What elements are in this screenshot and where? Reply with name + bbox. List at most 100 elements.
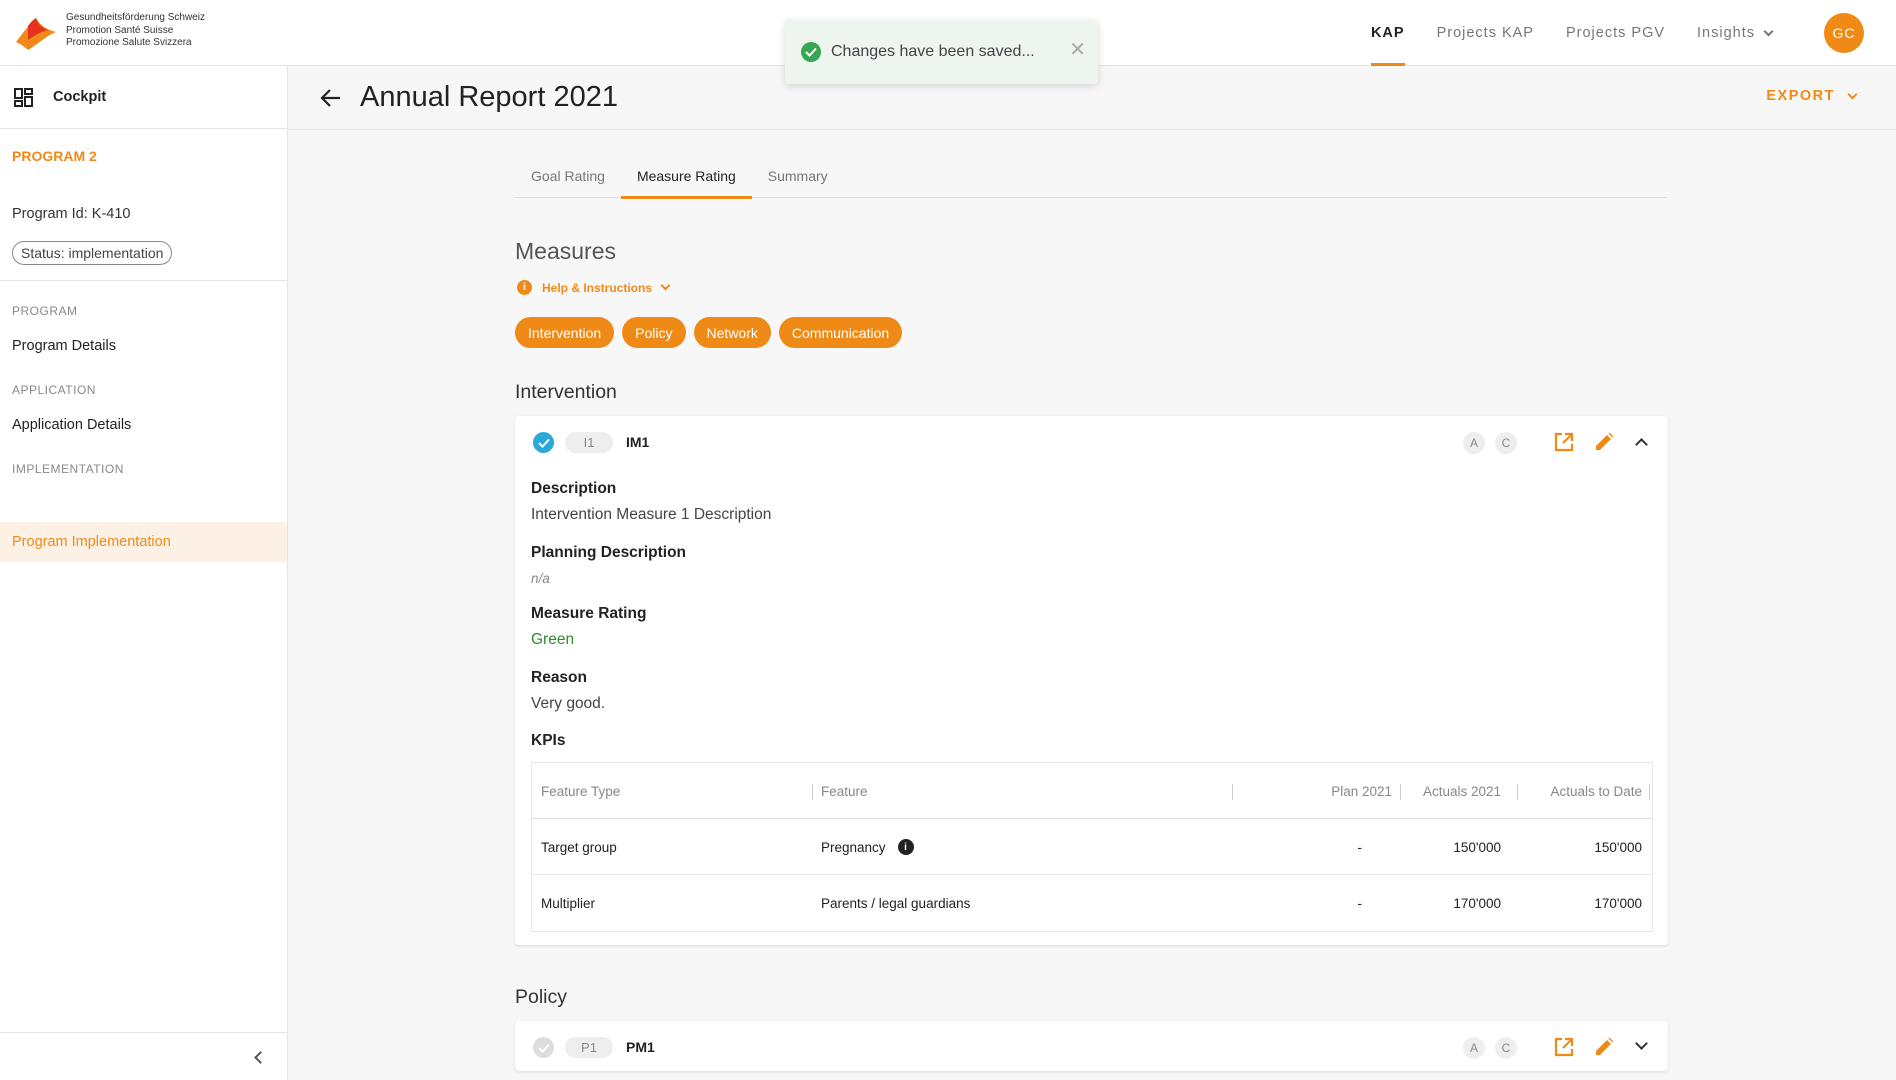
info-icon: i	[517, 280, 532, 295]
table-cell: -	[1357, 839, 1363, 855]
back-arrow-icon[interactable]	[320, 88, 342, 108]
open-external-icon[interactable]	[1553, 1036, 1575, 1058]
badge-a: A	[1463, 1037, 1485, 1059]
measure-rating-value: Green	[531, 631, 575, 648]
help-instructions-toggle[interactable]: i Help & Instructions	[517, 280, 671, 295]
chevron-down-icon	[1763, 26, 1774, 36]
tab-summary[interactable]: Summary	[752, 154, 844, 198]
badge-c: C	[1495, 1037, 1517, 1059]
sidebar-item-application-details[interactable]: Application Details	[12, 417, 131, 433]
measure-code: IM1	[626, 434, 650, 450]
table-cell: Pregnancy i	[821, 819, 914, 875]
measure-pill: I1	[565, 432, 613, 453]
check-circle-icon	[533, 1037, 554, 1058]
logo-icon	[16, 18, 56, 50]
table-cell: 170'000	[1453, 895, 1501, 911]
chevron-up-icon[interactable]	[1635, 438, 1648, 451]
card-header[interactable]: P1 PM1 A C	[515, 1021, 1668, 1071]
chip-intervention[interactable]: Intervention	[515, 317, 615, 348]
kpis-label: KPIs	[531, 732, 566, 749]
edit-pencil-icon[interactable]	[1593, 431, 1615, 453]
collapse-sidebar-icon[interactable]	[254, 1051, 267, 1064]
nav-kap[interactable]: KAP	[1355, 0, 1421, 66]
nav-label: Insights	[1697, 25, 1755, 41]
sidebar-item-label: Cockpit	[53, 89, 107, 105]
column-header[interactable]: Actuals 2021	[1423, 763, 1501, 819]
export-label: EXPORT	[1766, 88, 1835, 104]
chip-communication[interactable]: Communication	[778, 317, 903, 348]
chevron-down-icon	[1847, 89, 1858, 99]
group-title-policy: Policy	[515, 986, 568, 1008]
nav-label: KAP	[1370, 25, 1405, 41]
card-header[interactable]: I1 IM1 A C	[515, 416, 1668, 466]
export-button[interactable]: EXPORT	[1766, 88, 1858, 104]
reason-value: Very good.	[531, 695, 606, 712]
check-circle-icon	[533, 432, 554, 453]
kpi-table: Feature Type Feature Plan 2021 Actuals 2…	[531, 762, 1653, 932]
sidebar-item-program-details[interactable]: Program Details	[12, 338, 116, 354]
nav-projects-kap[interactable]: Projects KAP	[1421, 0, 1550, 66]
column-header[interactable]: Feature	[821, 763, 868, 819]
help-label: Help & Instructions	[542, 280, 653, 295]
logo-line: Promozione Salute Svizzera	[66, 37, 192, 48]
planning-description-value: n/a	[531, 571, 550, 586]
column-divider	[812, 784, 813, 800]
divider	[0, 280, 288, 281]
filter-chips: Intervention Policy Network Communicatio…	[515, 317, 903, 348]
nav-projects-pgv[interactable]: Projects PGV	[1550, 0, 1681, 66]
table-cell: Parents / legal guardians	[821, 895, 971, 911]
toast-notification: Changes have been saved... ✕	[785, 20, 1098, 84]
table-cell: Multiplier	[541, 895, 596, 911]
table-cell: Target group	[541, 839, 617, 855]
status-badge: Status: implementation	[12, 241, 173, 265]
table-cell: -	[1357, 895, 1363, 911]
description-label: Description	[531, 480, 617, 497]
nav-insights[interactable]: Insights	[1681, 0, 1788, 66]
edit-pencil-icon[interactable]	[1593, 1036, 1615, 1058]
table-row: Multiplier Parents / legal guardians - 1…	[532, 875, 1652, 931]
chevron-down-icon	[660, 280, 671, 291]
table-cell: 150'000	[1594, 839, 1642, 855]
logo[interactable]: Gesundheitsförderung Schweiz Promotion S…	[14, 12, 205, 52]
table-header-row: Feature Type Feature Plan 2021 Actuals 2…	[532, 763, 1652, 819]
sidebar-footer	[0, 1032, 287, 1080]
reason-label: Reason	[531, 669, 587, 686]
dashboard-icon	[14, 87, 33, 107]
measure-card: P1 PM1 A C	[515, 1021, 1668, 1071]
sidebar-item-program-implementation[interactable]: Program Implementation	[0, 522, 287, 562]
column-header[interactable]: Actuals to Date	[1550, 763, 1642, 819]
chip-network[interactable]: Network	[693, 317, 771, 348]
feature-text: Pregnancy	[821, 839, 886, 855]
chevron-down-icon[interactable]	[1635, 1037, 1648, 1050]
badge-c: C	[1495, 432, 1517, 454]
section-title: Measures	[515, 238, 616, 264]
section-label-program: PROGRAM	[12, 304, 78, 318]
table-cell: 170'000	[1594, 895, 1642, 911]
section-label-implementation: IMPLEMENTATION	[12, 462, 124, 476]
tab-measure-rating[interactable]: Measure Rating	[620, 154, 752, 199]
logo-line: Promotion Santé Suisse	[66, 24, 174, 36]
description-value: Intervention Measure 1 Description	[531, 506, 772, 523]
nav-label: Projects KAP	[1436, 25, 1534, 41]
planning-description-label: Planning Description	[531, 544, 687, 561]
measure-card: I1 IM1 A C Description Intervention Meas…	[515, 416, 1668, 945]
close-icon[interactable]: ✕	[1069, 40, 1086, 60]
column-divider	[1400, 784, 1401, 800]
sidebar-item-cockpit[interactable]: Cockpit	[0, 66, 287, 129]
avatar[interactable]: GC	[1824, 13, 1864, 53]
info-icon[interactable]: i	[897, 839, 914, 855]
logo-line: Gesundheitsförderung Schweiz	[66, 12, 205, 23]
sidebar: Cockpit PROGRAM 2 Program Id: K-410 Stat…	[0, 66, 288, 1080]
check-circle-icon	[801, 42, 821, 62]
table-row: Target group Pregnancy i - 150'000 150'0…	[532, 819, 1652, 875]
tab-bar: Goal Rating Measure Rating Summary	[515, 154, 1667, 199]
chip-policy[interactable]: Policy	[622, 317, 686, 348]
page-title: Annual Report 2021	[360, 81, 618, 113]
tab-goal-rating[interactable]: Goal Rating	[515, 154, 621, 198]
column-divider	[1649, 784, 1650, 800]
logo-text: Gesundheitsförderung Schweiz Promotion S…	[66, 12, 205, 50]
column-header[interactable]: Plan 2021	[1331, 763, 1392, 819]
badge-a: A	[1463, 432, 1485, 454]
column-header[interactable]: Feature Type	[541, 763, 620, 819]
open-external-icon[interactable]	[1553, 431, 1575, 453]
